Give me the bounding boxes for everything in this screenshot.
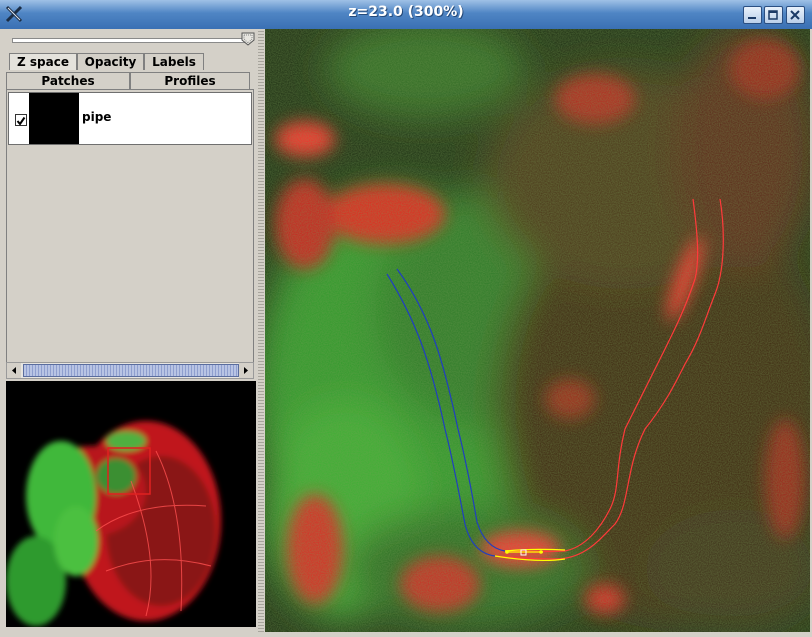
window-title: z=23.0 (300%): [348, 4, 464, 20]
color-swatch[interactable]: [29, 93, 79, 144]
image-canvas[interactable]: [265, 29, 810, 632]
close-button[interactable]: [786, 6, 805, 24]
slider-track[interactable]: [12, 38, 250, 43]
minimize-icon: [748, 17, 756, 19]
tab-patches[interactable]: Patches: [6, 72, 130, 89]
arrow-right-icon: [244, 367, 248, 374]
arrow-left-icon: [12, 367, 16, 374]
check-icon: [16, 116, 26, 126]
overview-image: [6, 421, 221, 626]
navigator-overview[interactable]: [6, 381, 256, 627]
tab-profiles[interactable]: Profiles: [130, 72, 250, 89]
scrollbar-thumb[interactable]: [23, 364, 239, 377]
minimize-button[interactable]: [743, 6, 762, 24]
visibility-checkbox[interactable]: [15, 114, 27, 126]
slider-thumb[interactable]: [241, 32, 255, 46]
micrograph-image: [265, 29, 810, 632]
list-item-label: pipe: [82, 110, 112, 124]
tab-z-space[interactable]: Z space: [9, 53, 77, 70]
layer-list: pipe: [6, 89, 254, 364]
close-icon: [790, 10, 800, 20]
transparency-slider[interactable]: [8, 31, 256, 49]
horizontal-scrollbar[interactable]: [6, 362, 254, 379]
title-bar[interactable]: z=23.0 (300%): [0, 0, 812, 29]
maximize-icon: [768, 10, 778, 20]
maximize-button[interactable]: [764, 6, 783, 24]
scroll-left-button[interactable]: [7, 363, 21, 378]
split-pane-divider[interactable]: [258, 29, 264, 633]
list-item[interactable]: pipe: [8, 92, 252, 145]
tab-labels[interactable]: Labels: [144, 53, 204, 70]
tab-opacity[interactable]: Opacity: [77, 53, 144, 70]
layer-panel: Z space Opacity Labels Patches Profiles …: [4, 29, 258, 633]
scroll-right-button[interactable]: [239, 363, 253, 378]
